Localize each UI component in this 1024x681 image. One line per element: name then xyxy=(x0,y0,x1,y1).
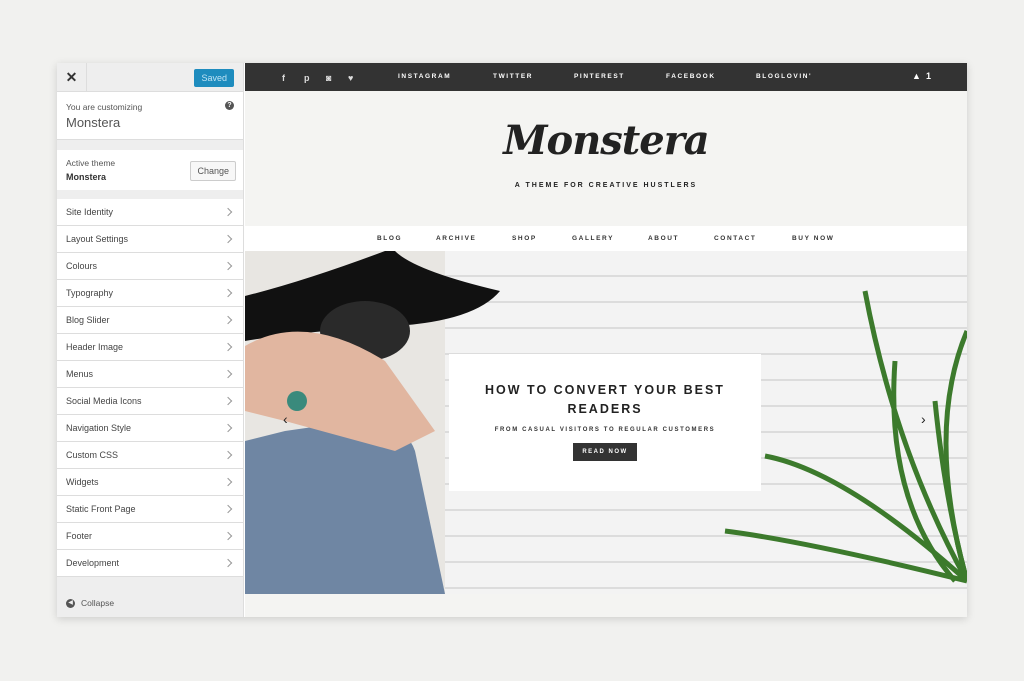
slide-title[interactable]: HOW TO CONVERT YOUR BEST READERS xyxy=(449,381,761,419)
nav-item[interactable]: ARCHIVE xyxy=(436,235,476,242)
sidebar-item[interactable]: Site Identity xyxy=(57,199,243,226)
sidebar-item[interactable]: Footer xyxy=(57,523,243,550)
site-header: Monstera A THEME FOR CREATIVE HUSTLERS xyxy=(245,91,967,226)
sidebar-item[interactable]: Navigation Style xyxy=(57,415,243,442)
pinterest-icon[interactable]: p xyxy=(304,73,311,83)
slide-subtitle: FROM CASUAL VISITORS TO REGULAR CUSTOMER… xyxy=(494,427,716,433)
nav-item[interactable]: CONTACT xyxy=(714,235,757,242)
collapse-label: Collapse xyxy=(81,598,115,608)
collapse-icon: ◀ xyxy=(66,598,75,608)
sidebar-item[interactable]: Menus xyxy=(57,361,243,388)
cart-icon[interactable]: ▲ xyxy=(912,71,923,81)
instagram-icon[interactable]: ◙ xyxy=(326,73,333,83)
slider-prev-arrow[interactable]: ‹ xyxy=(283,411,288,427)
sidebar-item[interactable]: Layout Settings xyxy=(57,226,243,253)
sidebar-item[interactable]: Custom CSS xyxy=(57,442,243,469)
change-theme-button[interactable]: Change xyxy=(190,161,236,181)
top-bar: f p ◙ ♥ INSTAGRAM TWITTER PINTEREST FACE… xyxy=(245,63,967,91)
sidebar-header: ✕ Saved xyxy=(57,63,243,92)
section-list: Site Identity Layout Settings Colours Typog… xyxy=(57,199,243,577)
top-link[interactable]: TWITTER xyxy=(493,73,533,80)
cart-count[interactable]: 1 xyxy=(926,71,933,81)
sidebar-item[interactable]: Static Front Page xyxy=(57,496,243,523)
nav-item[interactable]: BLOG xyxy=(377,235,402,242)
close-icon[interactable]: ✕ xyxy=(57,63,87,92)
sidebar-item[interactable]: Typography xyxy=(57,280,243,307)
sidebar-item[interactable]: Header Image xyxy=(57,334,243,361)
sidebar-item[interactable]: Blog Slider xyxy=(57,307,243,334)
nav-item[interactable]: BUY NOW xyxy=(792,235,835,242)
saved-button[interactable]: Saved xyxy=(194,69,234,87)
site-preview: f p ◙ ♥ INSTAGRAM TWITTER PINTEREST FACE… xyxy=(245,63,967,617)
blog-slider: ‹ › HOW TO CONVERT YOUR BEST READERS FRO… xyxy=(245,251,967,594)
top-link[interactable]: BLOGLOVIN' xyxy=(756,73,812,80)
site-logo[interactable]: Monstera xyxy=(245,117,967,164)
slider-next-arrow[interactable]: › xyxy=(921,411,926,427)
top-link[interactable]: PINTEREST xyxy=(574,73,625,80)
sidebar-item[interactable]: Social Media Icons xyxy=(57,388,243,415)
top-link[interactable]: FACEBOOK xyxy=(666,73,716,80)
slide-card: HOW TO CONVERT YOUR BEST READERS FROM CA… xyxy=(449,354,761,491)
top-link[interactable]: INSTAGRAM xyxy=(398,73,451,80)
collapse-button[interactable]: ◀ Collapse xyxy=(66,598,114,608)
nav-item[interactable]: SHOP xyxy=(512,235,537,242)
sidebar-item[interactable]: Widgets xyxy=(57,469,243,496)
customizer-window: ✕ Saved You are customizing Monstera ? A… xyxy=(57,63,967,617)
customizing-info: You are customizing Monstera ? xyxy=(57,92,243,140)
help-icon[interactable]: ? xyxy=(225,101,234,110)
sidebar-item[interactable]: Colours xyxy=(57,253,243,280)
nav-item[interactable]: GALLERY xyxy=(572,235,614,242)
main-nav: BLOG ARCHIVE SHOP GALLERY ABOUT CONTACT … xyxy=(245,226,967,251)
site-tagline: A THEME FOR CREATIVE HUSTLERS xyxy=(514,182,698,189)
sidebar-item[interactable]: Development xyxy=(57,550,243,577)
active-theme-panel: Active theme Monstera Change xyxy=(57,150,243,190)
facebook-icon[interactable]: f xyxy=(282,73,287,83)
customizer-sidebar: ✕ Saved You are customizing Monstera ? A… xyxy=(57,63,244,617)
read-now-button[interactable]: READ NOW xyxy=(573,443,637,461)
site-name: Monstera xyxy=(66,115,121,130)
customizing-label: You are customizing xyxy=(66,102,143,112)
nav-item[interactable]: ABOUT xyxy=(648,235,679,242)
twitter-icon[interactable]: ♥ xyxy=(348,73,355,83)
